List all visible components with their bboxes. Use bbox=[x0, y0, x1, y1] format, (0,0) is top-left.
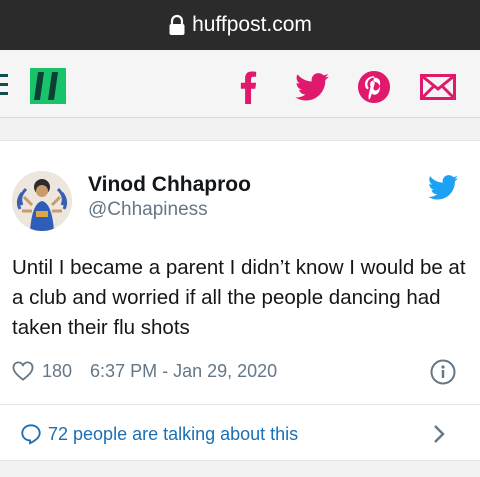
conversation-link[interactable]: 72 people are talking about this bbox=[20, 422, 298, 446]
browser-url-bar[interactable]: huffpost.com bbox=[0, 0, 480, 50]
tweet-author-name[interactable]: Vinod Chhaproo bbox=[88, 173, 251, 197]
url-text: huffpost.com bbox=[192, 13, 312, 36]
info-icon[interactable] bbox=[430, 359, 456, 385]
twitter-icon bbox=[295, 73, 329, 101]
hamburger-menu-icon[interactable] bbox=[0, 74, 8, 96]
lock-icon bbox=[168, 14, 186, 36]
chevron-right-icon[interactable] bbox=[432, 424, 446, 444]
huffpost-logo-icon[interactable] bbox=[30, 68, 66, 104]
like-count[interactable]: 180 bbox=[42, 361, 72, 382]
heart-icon[interactable] bbox=[12, 361, 34, 381]
divider bbox=[0, 404, 480, 405]
twitter-share-button[interactable] bbox=[292, 66, 332, 108]
tweet-text: Until I became a parent I didn’t know I … bbox=[12, 256, 466, 339]
tweet-meta: 180 6:37 PM - Jan 29, 2020 bbox=[12, 359, 277, 383]
twitter-bird-icon[interactable] bbox=[428, 175, 458, 201]
pinterest-share-button[interactable] bbox=[356, 66, 392, 108]
email-share-button[interactable] bbox=[418, 66, 458, 108]
avatar[interactable] bbox=[12, 171, 72, 231]
facebook-icon bbox=[240, 71, 256, 104]
tweet-author-handle[interactable]: @Chhapiness bbox=[88, 199, 208, 221]
tweet-timestamp[interactable]: 6:37 PM - Jan 29, 2020 bbox=[90, 361, 277, 382]
facebook-share-button[interactable] bbox=[236, 66, 260, 108]
conversation-text: 72 people are talking about this bbox=[48, 423, 299, 444]
tweet-card[interactable]: Vinod Chhaproo @Chhapiness Until I becam… bbox=[0, 140, 480, 461]
chat-bubble-icon bbox=[21, 424, 41, 445]
email-icon bbox=[420, 74, 456, 100]
pinterest-icon bbox=[357, 70, 391, 104]
